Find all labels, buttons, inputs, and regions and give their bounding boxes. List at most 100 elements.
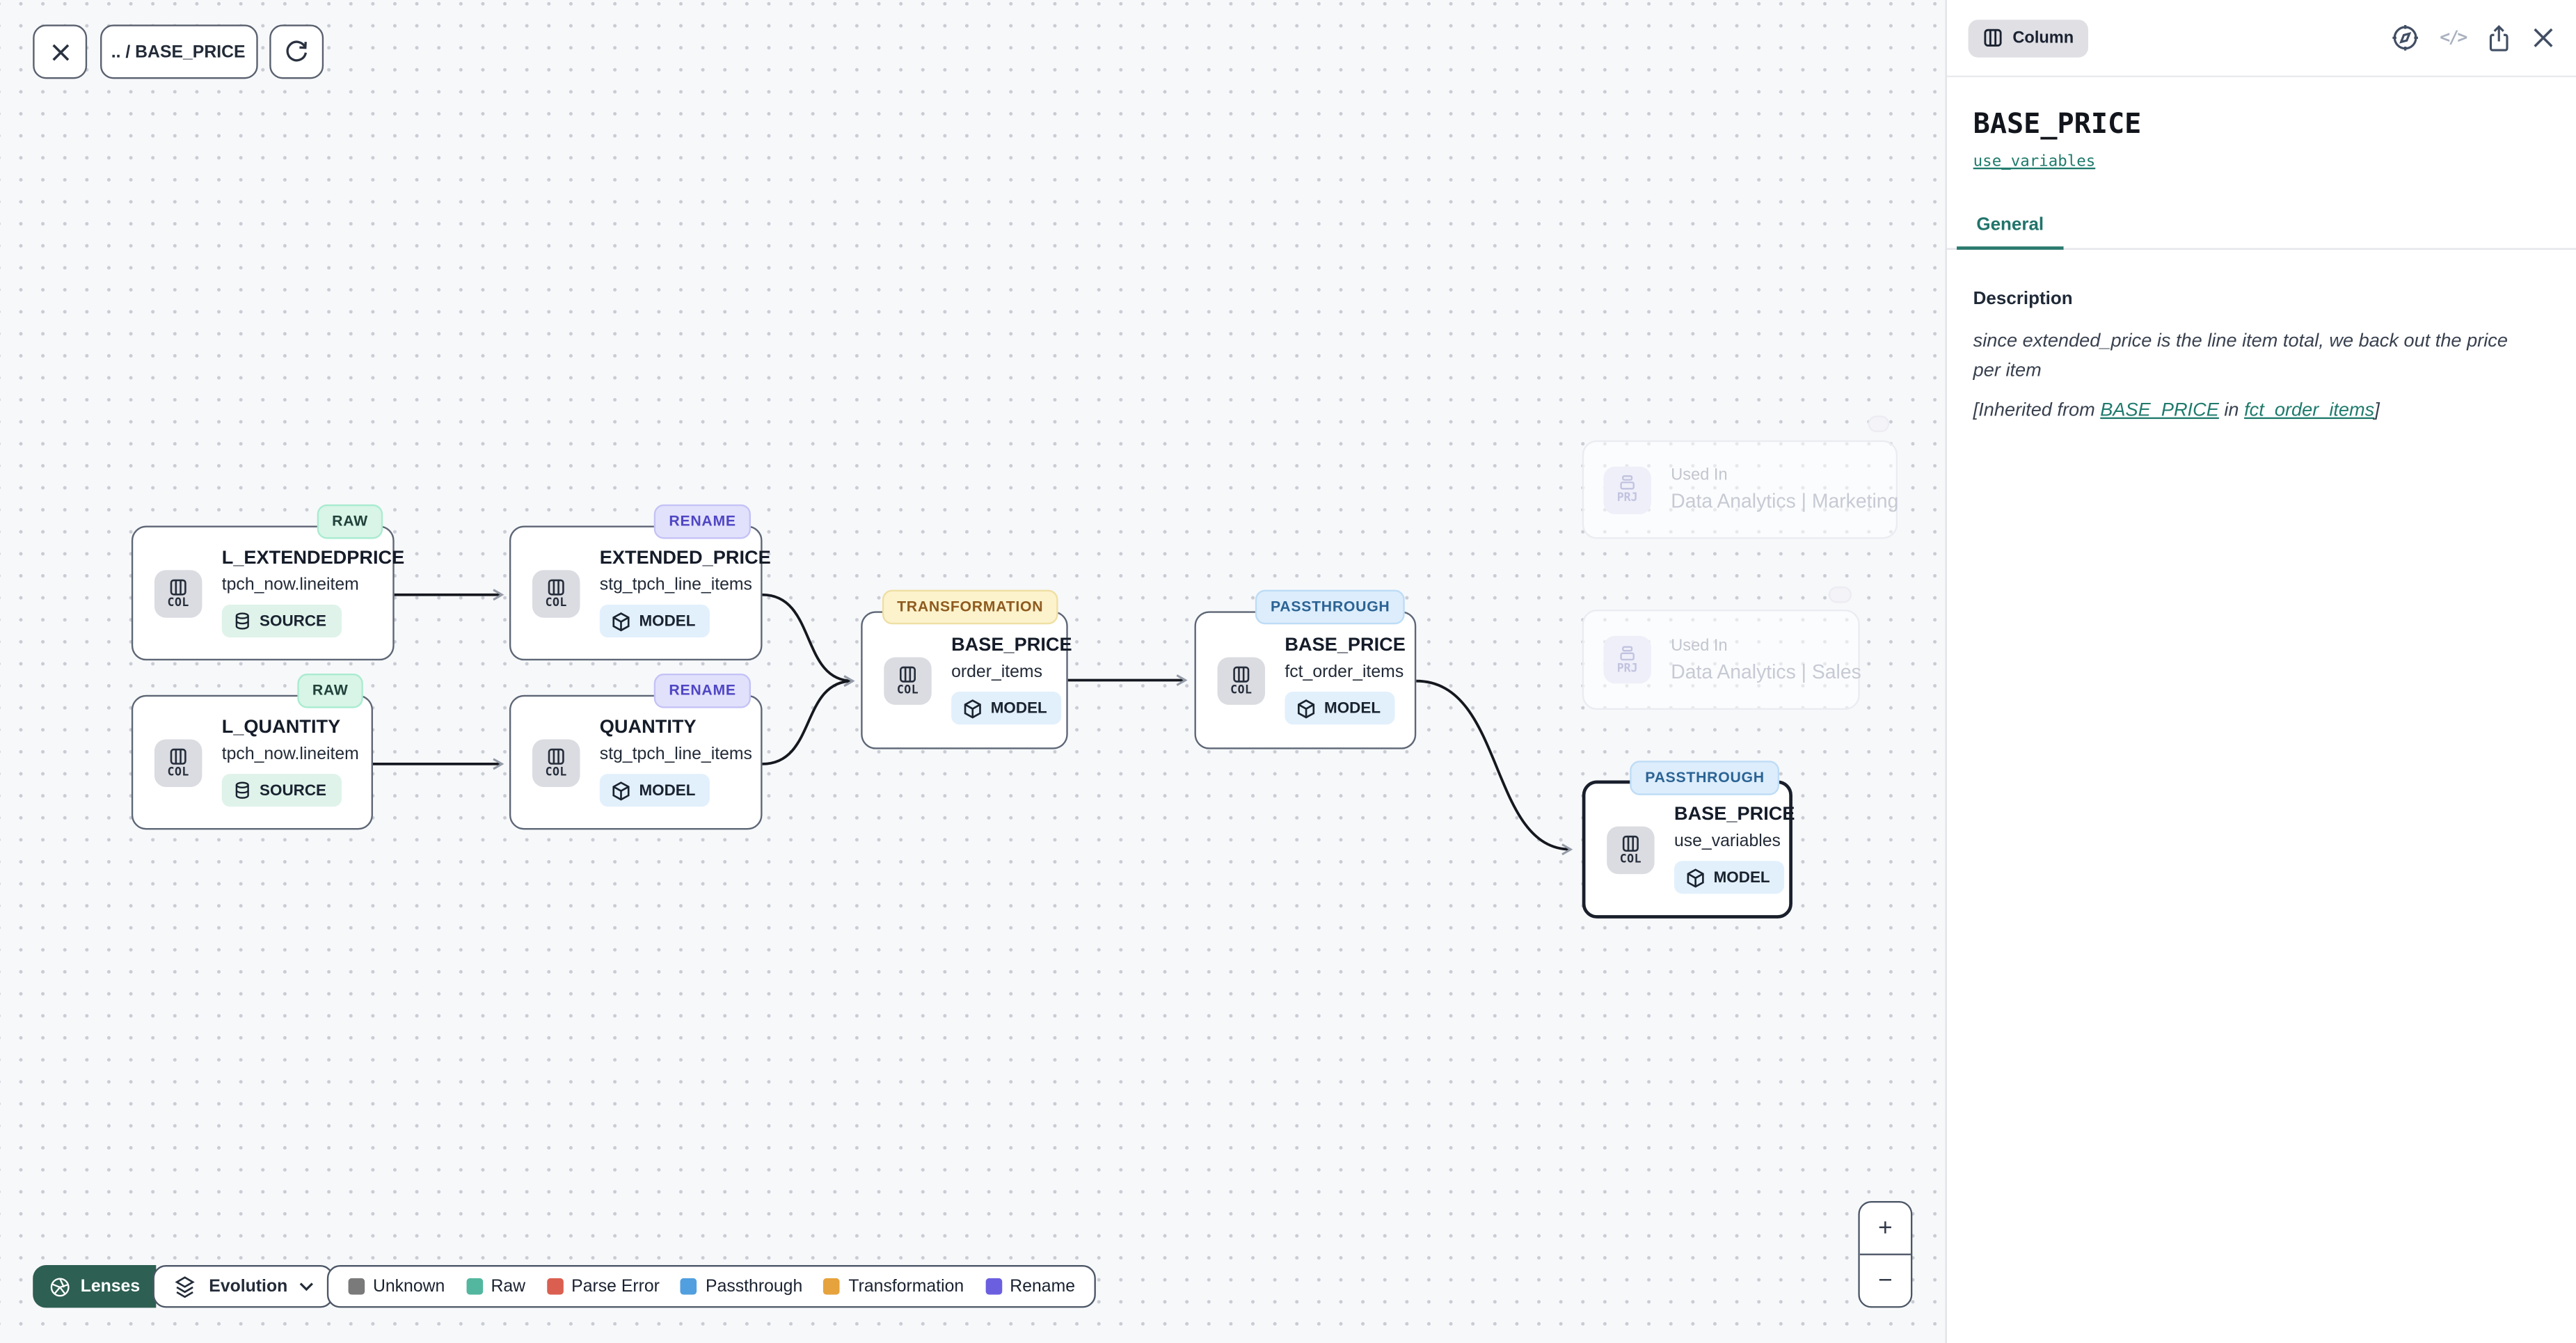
lens-badge-passthrough: PASSTHROUGH (1256, 590, 1405, 625)
breadcrumb[interactable]: .. / BASE_PRICE (100, 24, 257, 79)
node-title: BASE_PRICE (1285, 636, 1406, 658)
node-base-price-fct-order-items[interactable]: PASSTHROUGH COL BASE_PRICE fct_order_ite… (1195, 611, 1417, 749)
kind-badge-source: SOURCE (222, 605, 342, 637)
close-lineage-button[interactable] (33, 24, 87, 79)
legend-item-transformation: Transformation (824, 1277, 964, 1296)
description-text: since extended_price is the line item to… (1973, 328, 2535, 386)
evolution-dropdown[interactable]: Evolution (153, 1265, 333, 1308)
column-name-title: BASE_PRICE (1973, 112, 2550, 140)
project-chip-label: PRJ (1617, 493, 1638, 504)
ghost-node-label: Used In (1671, 467, 1727, 485)
node-subtitle: fct_order_items (1285, 662, 1404, 682)
details-panel-header: Column </> (1947, 0, 2576, 77)
lenses-button[interactable]: Lenses (33, 1265, 157, 1308)
legend-item-raw: Raw (466, 1277, 525, 1296)
entity-type-badge: Column (1969, 19, 2089, 56)
layers-icon (173, 1274, 197, 1298)
zoom-out-button[interactable]: − (1860, 1254, 1911, 1307)
close-panel-button[interactable] (2531, 26, 2554, 49)
breadcrumb-label: .. / BASE_PRICE (111, 42, 246, 61)
legend-label: Raw (491, 1277, 525, 1296)
node-l-quantity[interactable]: RAW COL L_QUANTITY tpch_now.lineitem SOU… (132, 695, 373, 830)
database-icon (233, 781, 251, 800)
kind-badge-model: MODEL (951, 692, 1062, 724)
column-chip: COL (1607, 825, 1654, 873)
aperture-icon (49, 1276, 71, 1297)
node-subtitle: order_items (951, 662, 1042, 682)
inherited-note: [Inherited from BASE_PRICE in fct_order_… (1973, 397, 2550, 426)
refresh-button[interactable] (269, 24, 324, 79)
tab-general[interactable]: General (1957, 202, 2063, 249)
node-title: BASE_PRICE (951, 636, 1072, 658)
inherited-model-link[interactable]: fct_order_items (2244, 401, 2374, 420)
kind-badge-label: SOURCE (260, 612, 326, 630)
lens-badge-raw: RAW (317, 504, 383, 539)
model-link[interactable]: use_variables (1973, 153, 2096, 171)
kind-badge-label: MODEL (639, 612, 695, 630)
inherited-column-link[interactable]: BASE_PRICE (2100, 401, 2219, 420)
compass-icon (2390, 23, 2420, 52)
model-cube-icon (611, 779, 630, 801)
zoom-in-button[interactable]: + (1860, 1202, 1911, 1253)
app-root: PRJ Used In Data Analytics | Marketing P… (0, 0, 2576, 1343)
node-extended-price[interactable]: RENAME COL EXTENDED_PRICE stg_tpch_line_… (509, 526, 763, 661)
column-icon (169, 747, 187, 765)
edge-fctorderitems-usevariables (1416, 681, 1571, 850)
project-chip: PRJ (1603, 636, 1651, 683)
description-section: Description since extended_price is the … (1947, 289, 2576, 427)
zoom-controls: + − (1858, 1201, 1912, 1308)
node-quantity[interactable]: RENAME COL QUANTITY stg_tpch_line_items … (509, 695, 763, 830)
lens-badge-transformation: TRANSFORMATION (882, 590, 1058, 625)
column-chip-label: COL (546, 766, 567, 778)
entity-type-label: Column (2012, 29, 2074, 47)
legend-swatch (349, 1278, 365, 1295)
ghost-node-title: Data Analytics | Marketing (1671, 490, 1898, 513)
legend-item-unknown: Unknown (349, 1277, 445, 1296)
column-chip: COL (532, 569, 580, 617)
explore-lineage-button[interactable] (2390, 23, 2420, 52)
lenses-control-group: Lenses Evolution (33, 1265, 333, 1308)
lens-badge-passthrough: PASSTHROUGH (1630, 761, 1779, 795)
node-base-price-order-items[interactable]: TRANSFORMATION COL BASE_PRICE order_item… (861, 611, 1067, 749)
node-title: QUANTITY (600, 718, 697, 740)
share-button[interactable] (2486, 24, 2512, 51)
view-code-button[interactable]: </> (2440, 28, 2466, 47)
legend-label: Passthrough (706, 1277, 802, 1296)
column-chip-label: COL (1620, 854, 1641, 866)
lens-badge-rename: RENAME (654, 504, 751, 539)
column-chip: COL (532, 738, 580, 786)
kind-badge-label: MODEL (639, 781, 695, 800)
node-l-extendedprice[interactable]: RAW COL L_EXTENDEDPRICE tpch_now.lineite… (132, 526, 395, 661)
lens-badge-rename: RENAME (654, 674, 751, 708)
lens-badge-raw: RAW (298, 674, 363, 708)
legend-label: Rename (1010, 1277, 1075, 1296)
legend-swatch (985, 1278, 1002, 1295)
lens-legend: Unknown Raw Parse Error Passthrough Tran… (327, 1265, 1097, 1308)
node-subtitle: tpch_now.lineitem (222, 575, 359, 594)
kind-badge-model: MODEL (1674, 861, 1785, 893)
column-chip: COL (884, 656, 931, 704)
share-icon (2486, 24, 2512, 51)
ghost-badge (1829, 587, 1852, 603)
column-icon (899, 665, 917, 683)
column-chip-label: COL (168, 766, 189, 778)
node-subtitle: stg_tpch_line_items (600, 575, 752, 594)
database-icon (233, 611, 251, 630)
description-heading: Description (1973, 289, 2550, 309)
kind-badge-model: MODEL (600, 605, 710, 637)
node-title: BASE_PRICE (1674, 805, 1795, 827)
node-base-price-use-variables[interactable]: PASSTHROUGH COL BASE_PRICE use_variables… (1582, 781, 1792, 919)
legend-item-passthrough: Passthrough (681, 1277, 803, 1296)
kind-badge-label: MODEL (991, 699, 1047, 717)
kind-badge-source: SOURCE (222, 774, 342, 806)
node-title: L_QUANTITY (222, 718, 340, 740)
project-icon (1619, 475, 1637, 491)
model-cube-icon (963, 697, 983, 719)
legend-item-parse-error: Parse Error (547, 1277, 660, 1296)
column-chip-label: COL (168, 597, 189, 609)
ghost-node-used-in-sales: PRJ Used In Data Analytics | Sales (1582, 610, 1860, 710)
panel-tabs: General (1947, 202, 2576, 249)
project-chip: PRJ (1603, 466, 1651, 513)
inherited-middle: in (2219, 401, 2244, 420)
edge-extendedprice-baseprice (763, 595, 853, 681)
